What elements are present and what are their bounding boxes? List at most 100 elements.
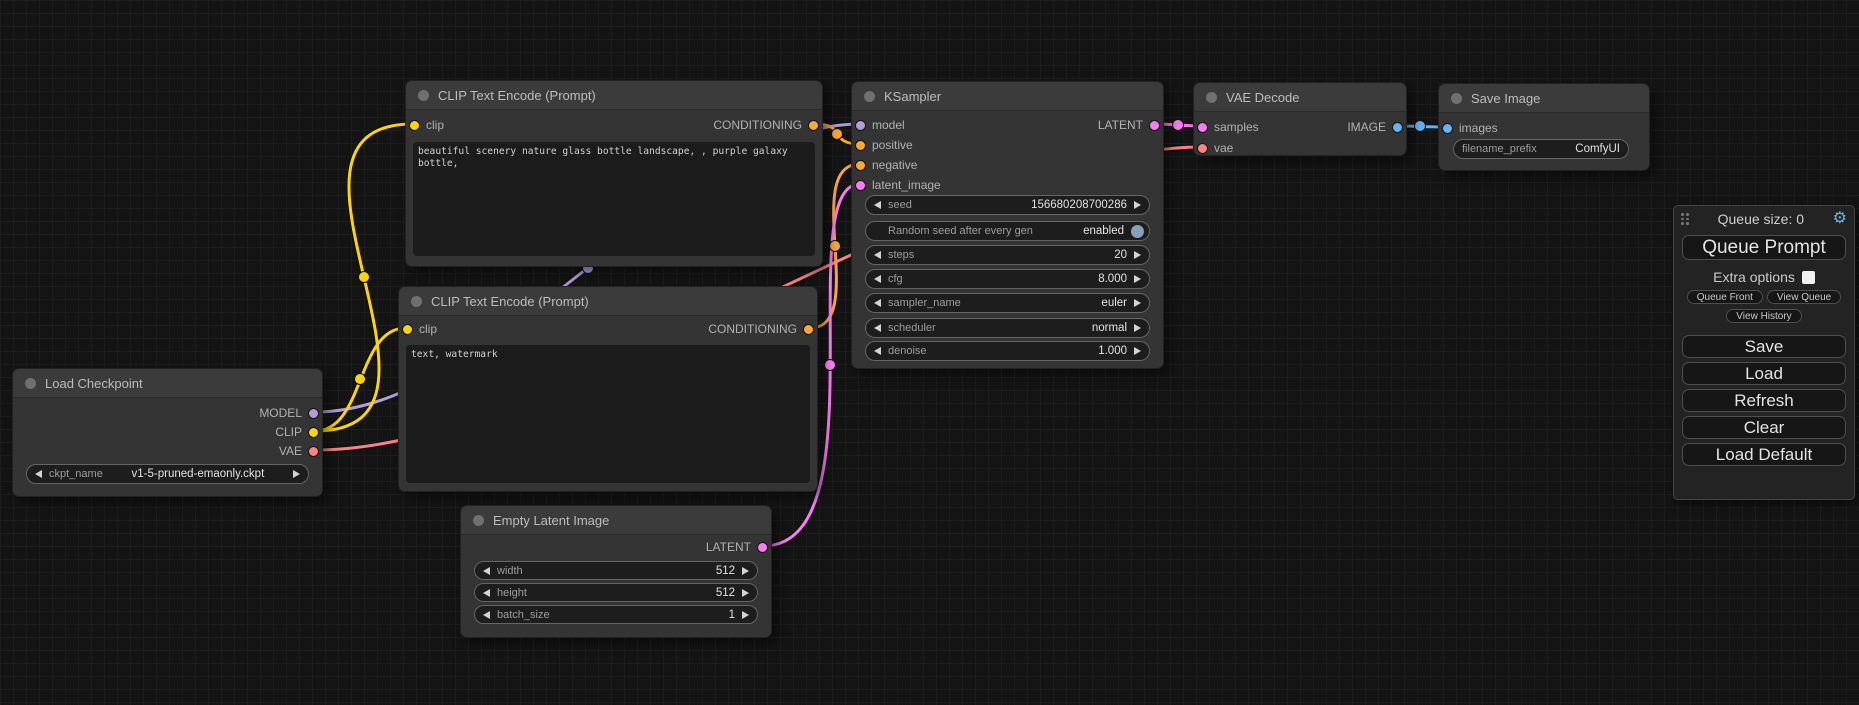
- link-midpoint-dot[interactable]: [1415, 121, 1426, 132]
- width-widget[interactable]: width 512: [474, 561, 758, 580]
- node-load-checkpoint[interactable]: Load Checkpoint MODEL CLIP VAE ckpt_name…: [12, 368, 323, 497]
- decrement-arrow-icon[interactable]: [483, 611, 490, 619]
- collapse-dot-icon[interactable]: [1206, 92, 1217, 103]
- collapse-dot-icon[interactable]: [418, 90, 429, 101]
- negative-input-dot[interactable]: [855, 160, 866, 171]
- latent-image-input-dot[interactable]: [855, 180, 866, 191]
- denoise-widget[interactable]: denoise 1.000: [865, 341, 1150, 361]
- increment-arrow-icon[interactable]: [1134, 201, 1141, 209]
- height-widget[interactable]: height 512: [474, 583, 758, 602]
- decrement-arrow-icon[interactable]: [874, 347, 881, 355]
- seed-widget[interactable]: seed 156680208700286: [865, 195, 1150, 215]
- output-slot-conditioning: CONDITIONING: [713, 116, 819, 134]
- node-title: VAE Decode: [1226, 90, 1299, 105]
- model-input-dot[interactable]: [855, 120, 866, 131]
- link-midpoint-dot[interactable]: [825, 360, 836, 371]
- clip-input-dot[interactable]: [409, 120, 420, 131]
- link-midpoint-dot[interactable]: [830, 241, 841, 252]
- output-slot-vae: VAE: [279, 442, 319, 460]
- node-title-bar[interactable]: Empty Latent Image: [461, 506, 771, 535]
- conditioning-output-dot[interactable]: [803, 324, 814, 335]
- prompt-textarea[interactable]: beautiful scenery nature glass bottle la…: [413, 142, 815, 256]
- link-midpoint-dot[interactable]: [359, 272, 370, 283]
- model-output-dot[interactable]: [308, 408, 319, 419]
- refresh-button[interactable]: Refresh: [1682, 389, 1846, 412]
- collapse-dot-icon[interactable]: [411, 296, 422, 307]
- extra-options-checkbox[interactable]: [1802, 271, 1815, 284]
- vae-input-dot[interactable]: [1197, 143, 1208, 154]
- node-title-bar[interactable]: CLIP Text Encode (Prompt): [399, 287, 817, 316]
- prompt-textarea[interactable]: text, watermark: [406, 345, 810, 483]
- decrement-arrow-icon[interactable]: [874, 275, 881, 283]
- positive-input-dot[interactable]: [855, 140, 866, 151]
- node-title-bar[interactable]: VAE Decode: [1194, 83, 1406, 112]
- increment-arrow-icon[interactable]: [1134, 275, 1141, 283]
- toggle-knob[interactable]: [1131, 225, 1144, 238]
- collapse-dot-icon[interactable]: [25, 378, 36, 389]
- collapse-dot-icon[interactable]: [864, 91, 875, 102]
- increment-arrow-icon[interactable]: [742, 589, 749, 597]
- filename-prefix-widget[interactable]: filename_prefix ComfyUI: [1453, 139, 1629, 159]
- increment-arrow-icon[interactable]: [1134, 324, 1141, 332]
- random-seed-toggle-widget[interactable]: Random seed after every gen enabled: [865, 221, 1150, 241]
- node-title: KSampler: [884, 89, 941, 104]
- increment-arrow-icon[interactable]: [293, 470, 300, 478]
- drag-handle-icon[interactable]: [1681, 213, 1689, 225]
- vae-output-dot[interactable]: [308, 446, 319, 457]
- view-history-button[interactable]: View History: [1726, 309, 1801, 323]
- collapse-dot-icon[interactable]: [1451, 93, 1462, 104]
- queue-prompt-button[interactable]: Queue Prompt: [1682, 235, 1846, 260]
- clip-output-dot[interactable]: [308, 427, 319, 438]
- image-output-dot[interactable]: [1392, 122, 1403, 133]
- decrement-arrow-icon[interactable]: [874, 299, 881, 307]
- scheduler-widget[interactable]: scheduler normal: [865, 318, 1150, 338]
- load-button[interactable]: Load: [1682, 362, 1846, 385]
- clip-input-dot[interactable]: [402, 324, 413, 335]
- batch-size-widget[interactable]: batch_size 1: [474, 605, 758, 624]
- link-midpoint-dot[interactable]: [355, 374, 366, 385]
- conditioning-output-dot[interactable]: [808, 120, 819, 131]
- increment-arrow-icon[interactable]: [742, 611, 749, 619]
- node-clip-text-encode-positive[interactable]: CLIP Text Encode (Prompt) clip CONDITION…: [405, 80, 823, 267]
- latent-output-dot[interactable]: [1149, 120, 1160, 131]
- increment-arrow-icon[interactable]: [1134, 251, 1141, 259]
- ckpt-name-widget[interactable]: ckpt_name v1-5-pruned-emaonly.ckpt: [26, 464, 309, 484]
- images-input-dot[interactable]: [1442, 123, 1453, 134]
- node-save-image[interactable]: Save Image images filename_prefix ComfyU…: [1438, 83, 1650, 171]
- node-empty-latent-image[interactable]: Empty Latent Image LATENT width 512 heig…: [460, 505, 772, 638]
- decrement-arrow-icon[interactable]: [483, 589, 490, 597]
- increment-arrow-icon[interactable]: [1134, 347, 1141, 355]
- clear-button[interactable]: Clear: [1682, 416, 1846, 439]
- cfg-widget[interactable]: cfg 8.000: [865, 269, 1150, 289]
- input-slot-model: model: [855, 116, 905, 134]
- link-midpoint-dot[interactable]: [832, 129, 843, 140]
- node-title-bar[interactable]: KSampler: [852, 82, 1163, 111]
- increment-arrow-icon[interactable]: [742, 567, 749, 575]
- input-slot-positive: positive: [855, 136, 913, 154]
- view-queue-button[interactable]: View Queue: [1767, 290, 1841, 304]
- steps-widget[interactable]: steps 20: [865, 245, 1150, 265]
- save-button[interactable]: Save: [1682, 335, 1846, 358]
- collapse-dot-icon[interactable]: [473, 515, 484, 526]
- sampler-name-widget[interactable]: sampler_name euler: [865, 293, 1150, 313]
- latent-output-dot[interactable]: [757, 542, 768, 553]
- load-default-button[interactable]: Load Default: [1682, 443, 1846, 466]
- output-slot-latent: LATENT: [1098, 116, 1160, 134]
- node-clip-text-encode-negative[interactable]: CLIP Text Encode (Prompt) clip CONDITION…: [398, 286, 818, 492]
- node-title-bar[interactable]: Save Image: [1439, 84, 1649, 113]
- node-ksampler[interactable]: KSampler model LATENT positive negative …: [851, 81, 1164, 369]
- decrement-arrow-icon[interactable]: [483, 567, 490, 575]
- node-title-bar[interactable]: Load Checkpoint: [13, 369, 322, 398]
- settings-gear-icon[interactable]: ⚙: [1833, 211, 1847, 227]
- decrement-arrow-icon[interactable]: [874, 201, 881, 209]
- node-title-bar[interactable]: CLIP Text Encode (Prompt): [406, 81, 822, 110]
- queue-front-button[interactable]: Queue Front: [1687, 290, 1763, 304]
- samples-input-dot[interactable]: [1197, 122, 1208, 133]
- decrement-arrow-icon[interactable]: [35, 470, 42, 478]
- node-vae-decode[interactable]: VAE Decode samples IMAGE vae: [1193, 82, 1407, 156]
- decrement-arrow-icon[interactable]: [874, 251, 881, 259]
- increment-arrow-icon[interactable]: [1134, 299, 1141, 307]
- decrement-arrow-icon[interactable]: [874, 324, 881, 332]
- link-midpoint-dot[interactable]: [1173, 120, 1184, 131]
- extra-options-label: Extra options: [1713, 269, 1795, 285]
